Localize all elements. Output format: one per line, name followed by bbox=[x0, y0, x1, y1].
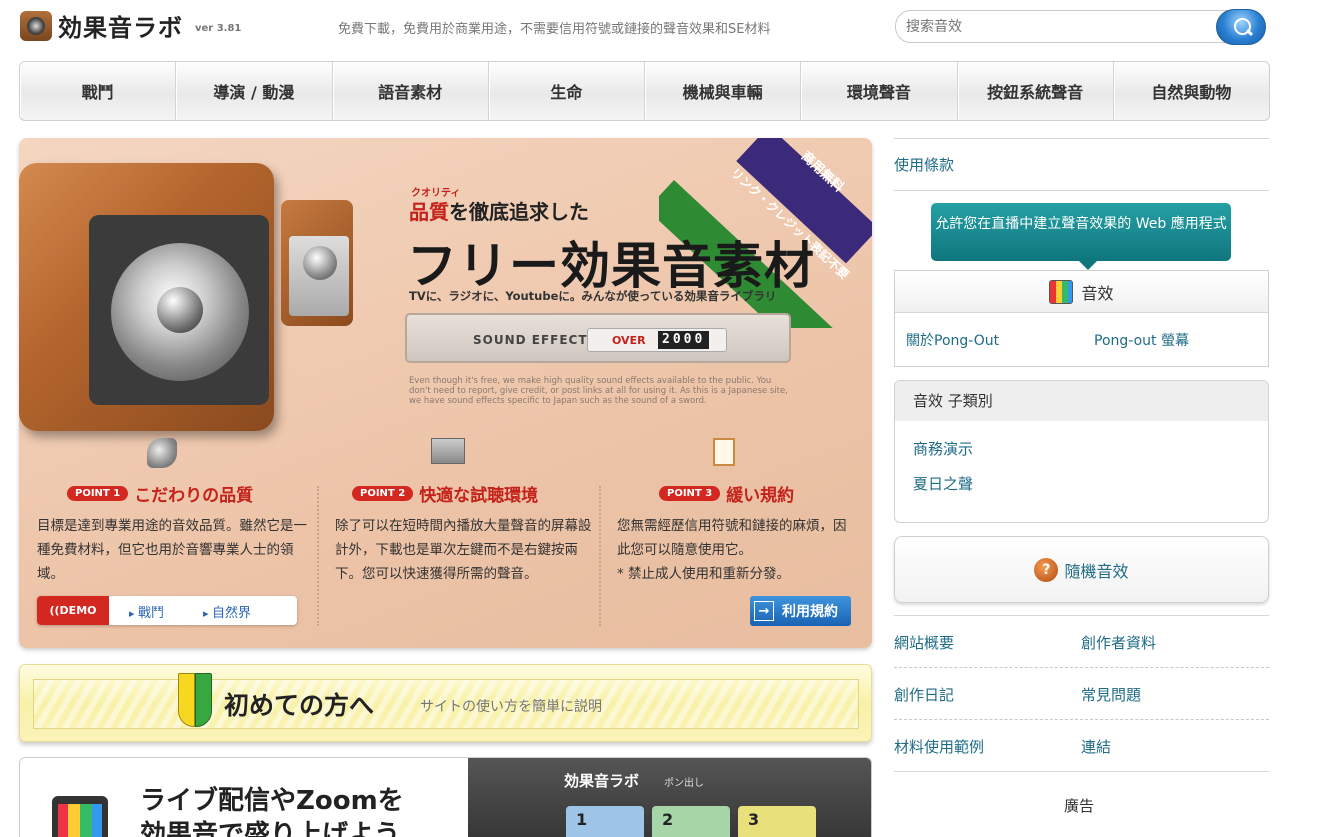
key-1: 1 bbox=[566, 806, 644, 837]
hero-english-text: Even though it's free, we make high qual… bbox=[409, 376, 788, 406]
monitor-icon bbox=[431, 438, 465, 464]
diary-link[interactable]: 創作日記 bbox=[894, 684, 954, 705]
version-label: ver 3.81 bbox=[195, 23, 242, 34]
key-2: 2 bbox=[652, 806, 730, 837]
hero-banner: リンク・クレジット表記不要 商用無料 クオリティ 品質を徹底追求した フリー効果… bbox=[19, 138, 872, 648]
about-pongout-link[interactable]: 關於Pong-Out bbox=[906, 330, 999, 350]
usage-examples-link[interactable]: 材料使用範例 bbox=[894, 736, 984, 757]
nav-item-life[interactable]: 生命 bbox=[487, 62, 644, 120]
beginner-mark-icon bbox=[178, 673, 212, 727]
site-header: 効果音ラボ ver 3.81 免費下載，免費用於商業用途，不需要信用符號或鏈接的… bbox=[0, 0, 1327, 56]
creator-profile-link[interactable]: 創作者資料 bbox=[1081, 632, 1156, 653]
pongout-panel: 音效 關於Pong-Out Pong-out 螢幕 bbox=[894, 270, 1269, 367]
se-count: 2000 bbox=[658, 331, 710, 349]
nav-item-machines[interactable]: 機械與車輛 bbox=[644, 62, 800, 120]
subcategory-item[interactable]: 夏日之聲 bbox=[913, 473, 973, 494]
point-badge: POINT 1 bbox=[67, 486, 129, 501]
key-3: 3 bbox=[738, 806, 816, 837]
tablet-icon bbox=[52, 796, 108, 837]
nav-item-battle[interactable]: 戰鬥 bbox=[20, 62, 175, 120]
panel-logo: 効果音ラボ bbox=[564, 772, 640, 790]
question-icon: ? bbox=[1034, 557, 1059, 582]
demo-link-nature[interactable]: 自然界 bbox=[203, 602, 251, 621]
se-label: SOUND EFFECTS bbox=[473, 333, 598, 347]
point-text: 您無需經歷信用符號和鏈接的麻煩，因此您可以隨意使用它。 * 禁止成人使用和重新分… bbox=[617, 518, 847, 582]
point-title: こだわりの品質 bbox=[134, 486, 254, 506]
small-speaker-illustration bbox=[281, 200, 353, 326]
links-link[interactable]: 連結 bbox=[1081, 736, 1111, 757]
speaker-illustration bbox=[19, 163, 274, 431]
site-logo[interactable]: 効果音ラボ ver 3.81 bbox=[20, 8, 241, 43]
search-input[interactable] bbox=[906, 17, 1206, 37]
live-title: ライブ配信やZoomを 効果音で盛り上げよう bbox=[140, 786, 404, 837]
pongout-screen-link[interactable]: Pong-out 螢幕 bbox=[1094, 330, 1189, 350]
nav-item-button-sounds[interactable]: 按鈕系統聲音 bbox=[956, 62, 1113, 120]
search-icon[interactable] bbox=[1216, 9, 1266, 45]
nav-item-voice[interactable]: 語音素材 bbox=[331, 62, 488, 120]
point-badge: POINT 3 bbox=[659, 486, 721, 501]
ad-label: 廣告 bbox=[1064, 797, 1095, 815]
pad-grid-icon bbox=[1049, 279, 1074, 304]
site-overview-link[interactable]: 網站概要 bbox=[894, 632, 954, 653]
beginner-banner[interactable]: 初めての方へ サイトの使い方を簡単に説明 bbox=[19, 664, 872, 742]
point-badge: POINT 2 bbox=[352, 486, 414, 501]
se-over-label: OVER bbox=[612, 334, 646, 347]
demo-tag: ((DEMO bbox=[37, 596, 109, 625]
point-title: 緩い規約 bbox=[726, 486, 795, 506]
logo-text: 効果音ラボ bbox=[58, 14, 183, 42]
sound-effects-counter: SOUND EFFECTS OVER 2000 bbox=[405, 313, 791, 363]
live-streaming-banner[interactable]: ライブ配信やZoomを 効果音で盛り上げよう 効果音ラボ ポン出し 1 2 3 bbox=[19, 757, 872, 837]
panel-subtitle: ポン出し bbox=[664, 778, 704, 789]
terms-link[interactable]: 使用條款 bbox=[894, 154, 954, 175]
subcategory-panel: 音效 子類別 商務演示 夏日之聲 bbox=[894, 380, 1269, 523]
tagline: 免費下載，免費用於商業用途，不需要信用符號或鏈接的聲音效果和SE材料 bbox=[338, 22, 771, 37]
hero-tagline: TVに、ラジオに、Youtubeに。みんなが使っている効果音ライブラリ bbox=[409, 289, 777, 303]
faq-link[interactable]: 常見問題 bbox=[1081, 684, 1141, 705]
pon-dashi-panel: 効果音ラボ ポン出し 1 2 3 bbox=[468, 758, 871, 837]
random-sound-button[interactable]: ? 隨機音效 bbox=[894, 536, 1269, 603]
nav-item-nature[interactable]: 自然與動物 bbox=[1112, 62, 1269, 120]
point-text: 目標是達到專業用途的音效品質。雖然它是一種免費材料，但它也用於音響專業人士的領域… bbox=[37, 518, 307, 582]
pongout-panel-title: 音效 bbox=[1081, 283, 1114, 303]
subcategory-title: 音效 子類別 bbox=[895, 381, 1268, 421]
document-icon bbox=[713, 438, 735, 466]
terms-button[interactable]: → 利用規約 bbox=[750, 596, 851, 626]
nav-item-direction-anime[interactable]: 導演 / 動漫 bbox=[175, 62, 331, 120]
nav-item-ambient[interactable]: 環境聲音 bbox=[800, 62, 956, 120]
demo-link-battle[interactable]: 戰鬥 bbox=[129, 602, 164, 621]
pongout-tooltip: 允許您在直播中建立聲音效果的 Web 應用程式 bbox=[931, 203, 1231, 270]
hero-subtitle: 品質を徹底追求した bbox=[409, 200, 589, 224]
arrow-right-icon: → bbox=[754, 601, 774, 621]
horn-icon bbox=[147, 438, 177, 468]
point-text: 除了可以在短時間內播放大量聲音的屏幕設計外，下載也是單次左鍵而不是右鍵按兩下。您… bbox=[335, 518, 592, 582]
speaker-logo-icon bbox=[20, 10, 52, 41]
beginner-description: サイトの使い方を簡単に説明 bbox=[420, 699, 602, 715]
demo-bar: ((DEMO 戰鬥 自然界 bbox=[37, 596, 297, 625]
search-box bbox=[895, 9, 1266, 45]
subcategory-item[interactable]: 商務演示 bbox=[913, 438, 973, 459]
category-nav: 戰鬥 導演 / 動漫 語音素材 生命 機械與車輛 環境聲音 按鈕系統聲音 自然與… bbox=[19, 61, 1270, 121]
beginner-title: 初めての方へ bbox=[224, 691, 375, 720]
point-title: 快適な試聴環境 bbox=[419, 486, 539, 506]
